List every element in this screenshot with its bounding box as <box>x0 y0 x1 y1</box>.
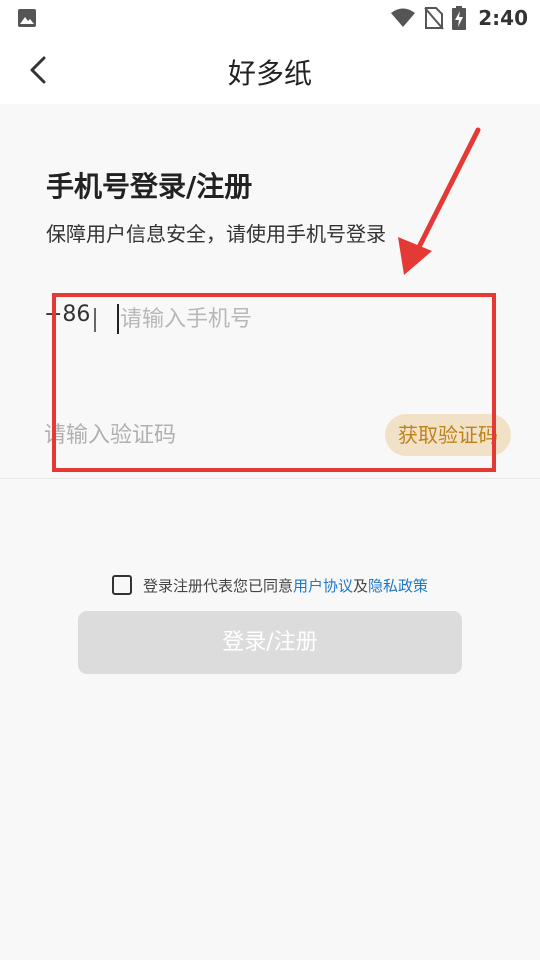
agreement-conjunction: 及 <box>353 576 369 595</box>
annotation-arrow-icon <box>398 127 481 275</box>
privacy-policy-link[interactable]: 隐私政策 <box>368 575 428 596</box>
status-bar: 2:40 <box>0 0 540 36</box>
status-icons: 2:40 <box>390 4 528 32</box>
form-divider <box>0 478 540 479</box>
agreement-checkbox[interactable] <box>112 575 132 595</box>
login-register-button[interactable]: 登录/注册 <box>78 611 462 674</box>
agreement-text: 登录注册代表您已同意 <box>143 576 294 595</box>
title-bar: 好多纸 <box>0 36 540 104</box>
login-subheading: 保障用户信息安全，请使用手机号登录 <box>46 222 386 246</box>
login-heading: 手机号登录/注册 <box>46 170 253 203</box>
wifi-icon <box>391 8 416 27</box>
annotation-highlight-box <box>52 293 496 472</box>
battery-charging-icon <box>452 6 467 30</box>
image-icon <box>18 9 36 27</box>
page-title: 好多纸 <box>227 57 312 90</box>
no-sim-icon <box>424 7 445 30</box>
user-agreement-link[interactable]: 用户协议 <box>293 575 353 596</box>
agreement-row: 登录注册代表您已同意 用户协议 及 隐私政策 <box>112 573 428 597</box>
clock: 2:40 <box>478 6 528 30</box>
